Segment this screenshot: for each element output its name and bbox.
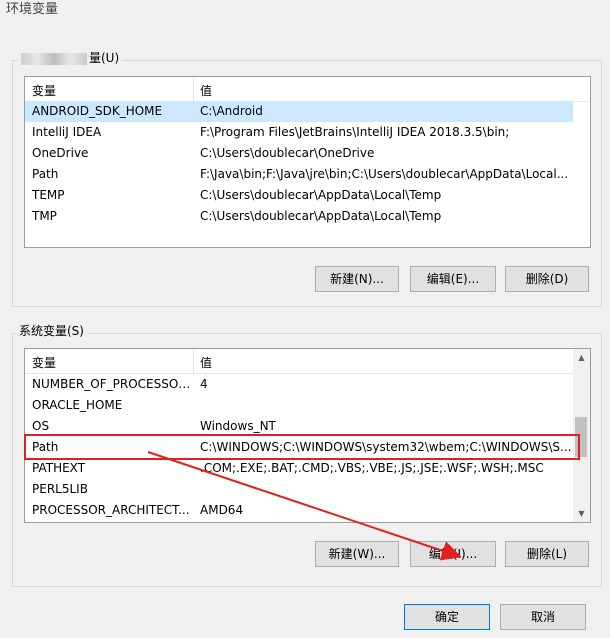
variable-value: .COM;.EXE;.BAT;.CMD;.VBS;.VBE;.JS;.JSE;.… bbox=[200, 461, 544, 475]
variable-name: TEMP bbox=[32, 188, 65, 202]
column-header-variable[interactable]: 变量 bbox=[32, 354, 56, 371]
table-row[interactable]: ORACLE_HOME bbox=[25, 395, 573, 416]
variable-name: NUMBER_OF_PROCESSORS bbox=[32, 377, 192, 391]
column-divider[interactable] bbox=[193, 77, 194, 101]
table-row[interactable]: PROCESSOR_ARCHITECT... AMD64 bbox=[25, 500, 573, 521]
variable-name: OS bbox=[32, 419, 50, 433]
table-row[interactable]: IntelliJ IDEA F:\Program Files\JetBrains… bbox=[25, 122, 573, 143]
table-row[interactable]: NUMBER_OF_PROCESSORS 4 bbox=[25, 374, 573, 395]
variable-name: PROCESSOR_ARCHITECT... bbox=[32, 503, 190, 517]
table-row[interactable]: OneDrive C:\Users\doublecar\OneDrive bbox=[25, 143, 573, 164]
user-delete-button[interactable]: 删除(D) bbox=[505, 266, 589, 292]
variable-value: Windows_NT bbox=[200, 419, 276, 433]
table-row[interactable]: PATHEXT .COM;.EXE;.BAT;.CMD;.VBS;.VBE;.J… bbox=[25, 458, 573, 479]
user-new-button[interactable]: 新建(N)... bbox=[315, 266, 399, 292]
user-variables-label: 量(U) bbox=[18, 49, 123, 66]
table-row[interactable]: Path F:\Java\bin;F:\Java\jre\bin;C:\User… bbox=[25, 164, 573, 185]
variable-value: C:\Users\doublecar\OneDrive bbox=[200, 146, 375, 160]
redacted-username bbox=[21, 52, 87, 65]
vertical-scrollbar[interactable]: ▲ ▼ bbox=[573, 349, 590, 522]
table-row[interactable]: Path C:\WINDOWS;C:\WINDOWS\system32\wbem… bbox=[25, 437, 573, 458]
variable-name: Path bbox=[32, 440, 59, 454]
variable-value: C:\Android bbox=[200, 104, 263, 118]
variable-value: AMD64 bbox=[200, 503, 244, 517]
system-new-button[interactable]: 新建(W)... bbox=[315, 541, 399, 567]
list-header: 变量 值 bbox=[25, 349, 590, 374]
variable-name: ORACLE_HOME bbox=[32, 398, 123, 412]
variable-value: C:\Users\doublecar\AppData\Local\Temp bbox=[200, 188, 442, 202]
column-divider[interactable] bbox=[193, 349, 194, 373]
table-row[interactable]: ANDROID_SDK_HOME C:\Android bbox=[25, 101, 573, 122]
variable-name: PATHEXT bbox=[32, 461, 86, 475]
scroll-up-icon[interactable]: ▲ bbox=[573, 349, 590, 366]
ok-button[interactable]: 确定 bbox=[404, 604, 490, 630]
variable-value: F:\Java\bin;F:\Java\jre\bin;C:\Users\dou… bbox=[200, 167, 569, 181]
system-edit-button[interactable]: 编辑(I)... bbox=[410, 541, 496, 567]
column-header-value[interactable]: 值 bbox=[200, 82, 212, 99]
system-variables-label: 系统变量(S) bbox=[16, 322, 87, 339]
variable-name: Path bbox=[32, 167, 59, 181]
variable-name: PERL5LIB bbox=[32, 482, 88, 496]
variable-name: IntelliJ IDEA bbox=[32, 125, 102, 139]
scroll-down-icon[interactable]: ▼ bbox=[573, 505, 590, 522]
system-delete-button[interactable]: 删除(L) bbox=[505, 541, 589, 567]
variable-value: C:\WINDOWS;C:\WINDOWS\system32\wbem;C:\W… bbox=[200, 440, 572, 454]
scrollbar-thumb[interactable] bbox=[575, 417, 587, 457]
table-row[interactable]: TEMP C:\Users\doublecar\AppData\Local\Te… bbox=[25, 185, 573, 206]
table-row[interactable]: TMP C:\Users\doublecar\AppData\Local\Tem… bbox=[25, 206, 573, 227]
system-variables-list[interactable]: 变量 值 NUMBER_OF_PROCESSORS 4 ORACLE_HOME … bbox=[24, 348, 591, 523]
column-header-value[interactable]: 值 bbox=[200, 354, 212, 371]
variable-name: ANDROID_SDK_HOME bbox=[32, 104, 163, 118]
column-header-variable[interactable]: 变量 bbox=[32, 82, 56, 99]
user-edit-button[interactable]: 编辑(E)... bbox=[410, 266, 496, 292]
list-header: 变量 值 bbox=[25, 77, 590, 102]
table-row[interactable]: OS Windows_NT bbox=[25, 416, 573, 437]
variable-name: OneDrive bbox=[32, 146, 89, 160]
window-title: 环境变量 bbox=[6, 2, 59, 17]
variable-name: TMP bbox=[32, 209, 57, 223]
table-row[interactable]: PERL5LIB bbox=[25, 479, 573, 500]
variable-value: F:\Program Files\JetBrains\IntelliJ IDEA… bbox=[200, 125, 510, 139]
cancel-button[interactable]: 取消 bbox=[500, 604, 586, 630]
variable-value: 4 bbox=[200, 377, 208, 391]
variable-value: C:\Users\doublecar\AppData\Local\Temp bbox=[200, 209, 442, 223]
user-variables-list[interactable]: 变量 值 ANDROID_SDK_HOME C:\Android Intelli… bbox=[24, 76, 591, 248]
